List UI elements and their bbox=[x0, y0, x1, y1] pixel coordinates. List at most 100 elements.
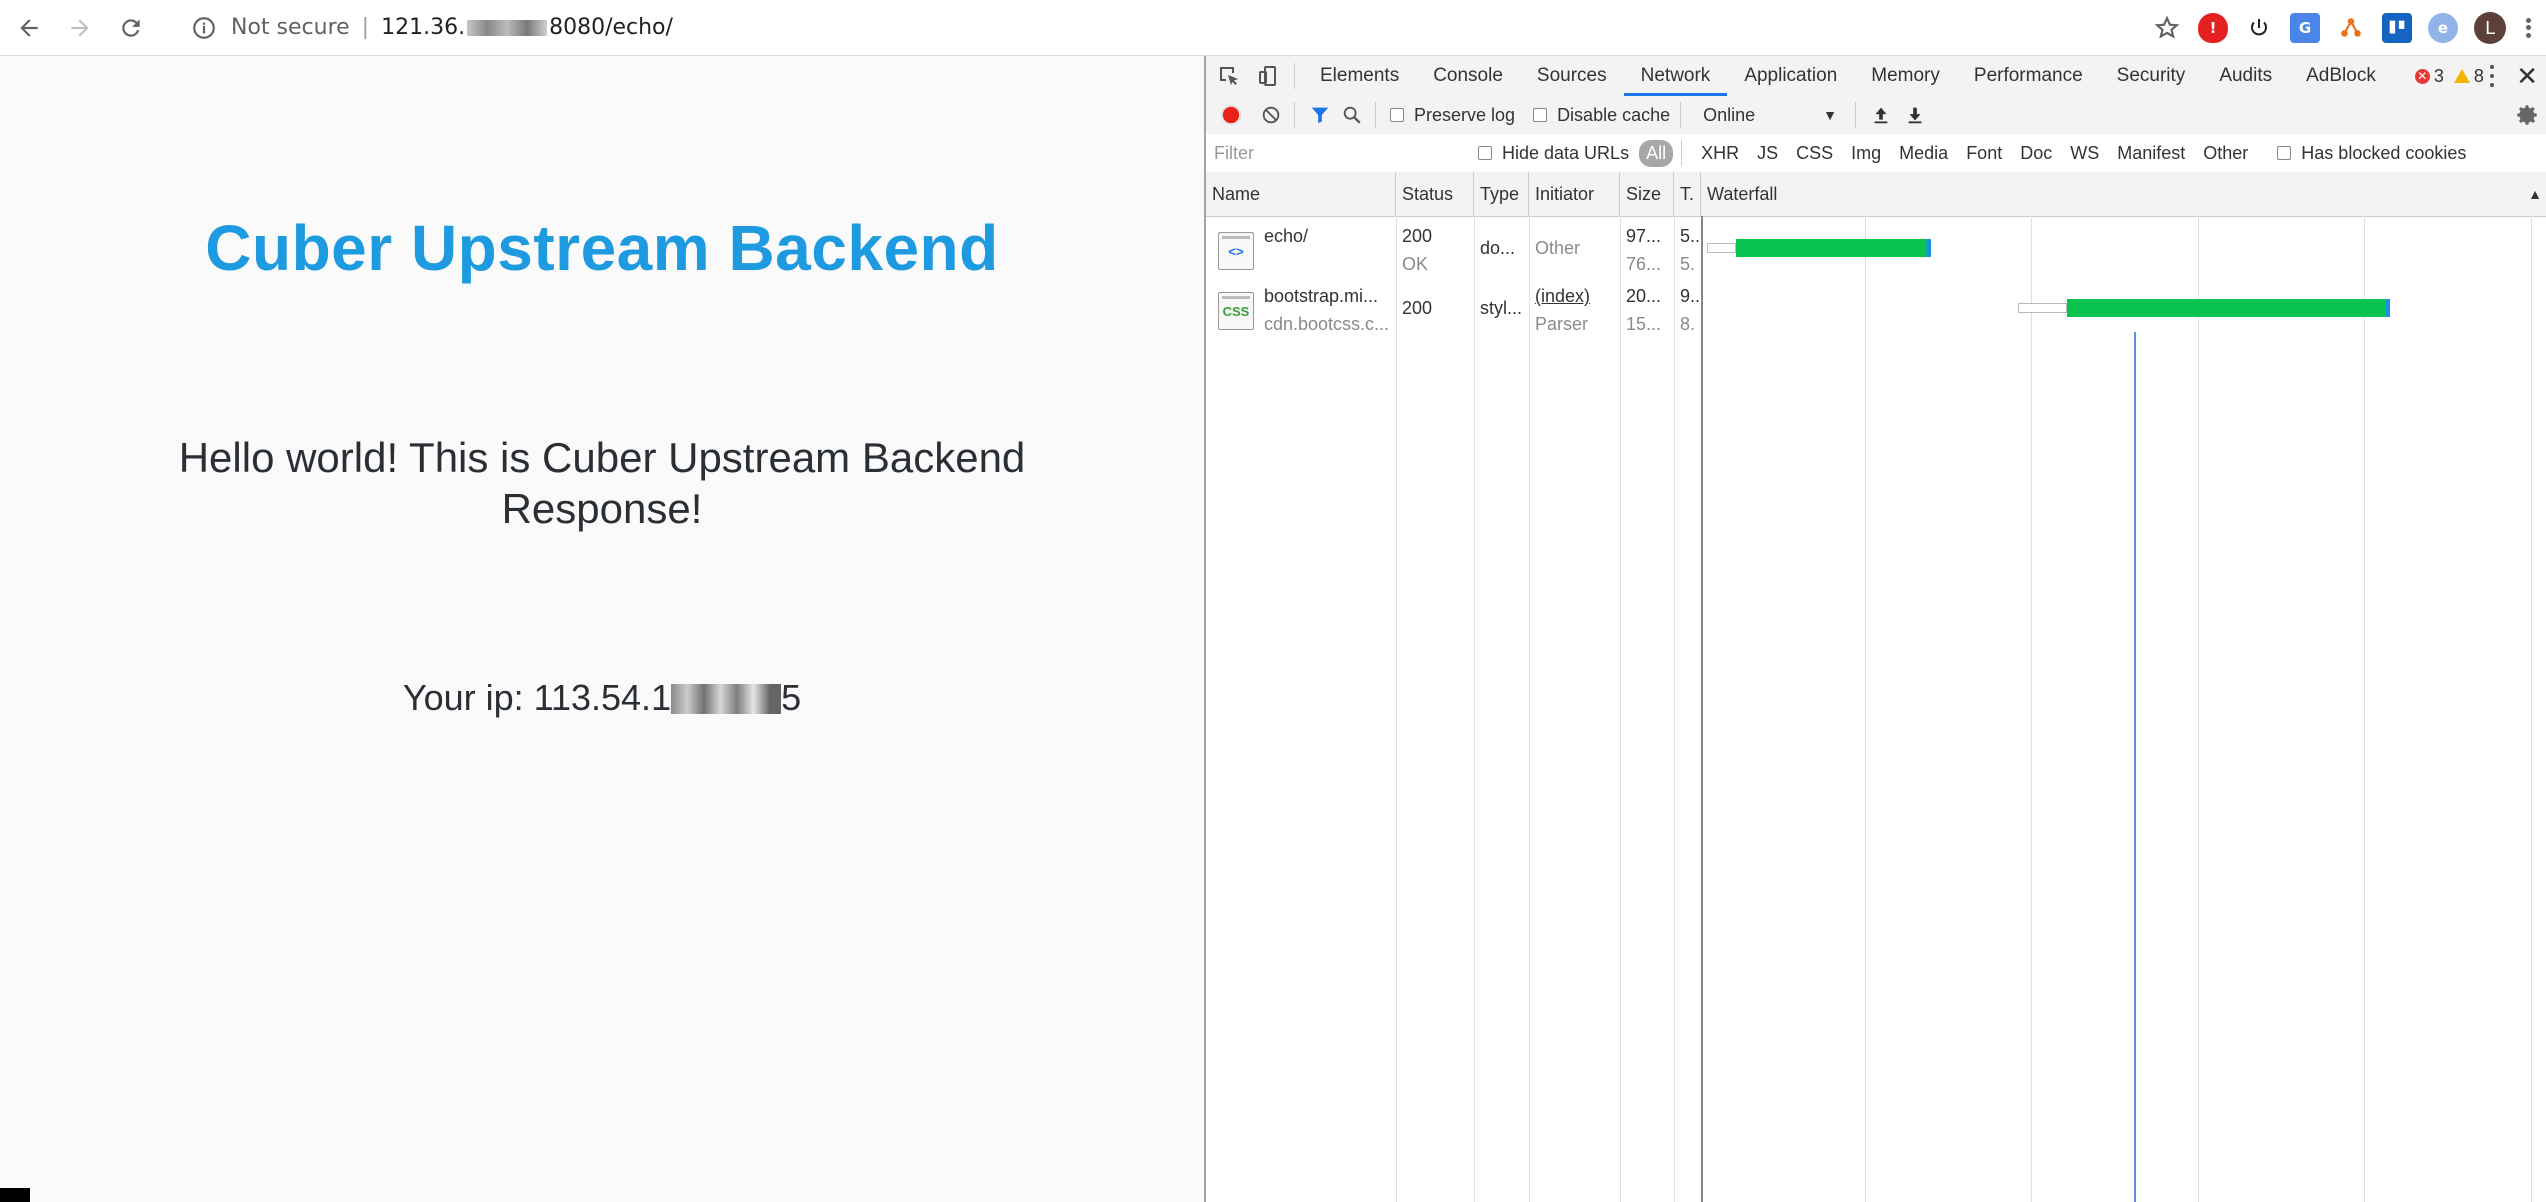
checkbox-box[interactable] bbox=[1533, 108, 1548, 122]
device-toolbar-icon[interactable] bbox=[1252, 59, 1286, 93]
column-header-name[interactable]: Name bbox=[1206, 172, 1396, 216]
request-domain: cdn.bootcss.c... bbox=[1264, 314, 1390, 334]
column-header-size[interactable]: Size bbox=[1620, 172, 1674, 216]
latency: 5. bbox=[1680, 254, 1696, 274]
resource-type-filters: All XHR JS CSS Img Media Font Doc WS Manifest Othe… bbox=[1635, 139, 2255, 167]
filter-type-media[interactable]: Media bbox=[1892, 140, 1955, 167]
checkbox-box[interactable] bbox=[2277, 146, 2292, 160]
type-cell: do... bbox=[1474, 220, 1529, 280]
filter-type-css[interactable]: CSS bbox=[1789, 140, 1840, 167]
address-separator: | bbox=[361, 15, 370, 40]
filter-type-all[interactable]: All bbox=[1639, 139, 1674, 167]
trello-extension-icon[interactable] bbox=[2382, 13, 2412, 43]
status-cell: 200 OK bbox=[1396, 220, 1474, 280]
waterfall-download-bar bbox=[2067, 299, 2391, 317]
translate-extension-icon[interactable]: G bbox=[2290, 13, 2320, 43]
tab-network[interactable]: Network bbox=[1623, 56, 1728, 96]
network-extension-icon[interactable] bbox=[2336, 13, 2366, 43]
filter-type-other[interactable]: Other bbox=[2196, 140, 2255, 167]
filter-type-ws[interactable]: WS bbox=[2063, 140, 2106, 167]
toolbar-separator bbox=[1855, 102, 1857, 128]
page-title: Cuber Upstream Backend bbox=[205, 212, 999, 284]
filter-type-doc[interactable]: Doc bbox=[2013, 140, 2059, 167]
tab-sources[interactable]: Sources bbox=[1520, 56, 1624, 96]
avatar[interactable]: L bbox=[2474, 12, 2506, 44]
name-cell[interactable]: CSS bootstrap.mi... cdn.bootcss.c... bbox=[1206, 280, 1396, 340]
filter-type-img[interactable]: Img bbox=[1844, 140, 1888, 167]
tab-console[interactable]: Console bbox=[1416, 56, 1520, 96]
status-code: 200 bbox=[1402, 298, 1433, 318]
preserve-log-checkbox[interactable]: Preserve log bbox=[1390, 105, 1515, 126]
reload-button[interactable] bbox=[109, 6, 153, 50]
shield-extension-icon[interactable]: ! bbox=[2198, 13, 2228, 43]
column-header-type[interactable]: Type bbox=[1474, 172, 1529, 216]
checkbox-box[interactable] bbox=[1390, 108, 1404, 122]
checkbox-box[interactable] bbox=[1478, 146, 1492, 160]
column-divider bbox=[1474, 216, 1475, 1202]
tab-memory[interactable]: Memory bbox=[1854, 56, 1957, 96]
search-icon[interactable] bbox=[1337, 100, 1367, 130]
power-extension-icon[interactable] bbox=[2244, 13, 2274, 43]
tab-application[interactable]: Application bbox=[1727, 56, 1854, 96]
initiator-link[interactable]: (index) bbox=[1535, 286, 1590, 307]
transfer-size: 20... bbox=[1626, 286, 1662, 306]
security-label: Not secure bbox=[231, 15, 350, 40]
logo-extension-icon[interactable]: e bbox=[2428, 13, 2458, 43]
export-har-icon[interactable] bbox=[1900, 100, 1930, 130]
tab-audits[interactable]: Audits bbox=[2202, 56, 2289, 96]
table-row[interactable]: CSS bootstrap.mi... cdn.bootcss.c... 200… bbox=[1206, 280, 2546, 340]
issue-counts[interactable]: ✕ 3 8 bbox=[2414, 66, 2484, 87]
disable-cache-checkbox[interactable]: Disable cache bbox=[1533, 105, 1670, 126]
warning-icon bbox=[2453, 69, 2470, 83]
network-toolbar: Preserve log Disable cache Online ▼ bbox=[1206, 96, 2546, 135]
time-cell: 9... 8. bbox=[1674, 280, 1701, 340]
forward-button[interactable] bbox=[58, 6, 102, 50]
table-row[interactable]: <> echo/ 200 OK do... Other 97... 76... … bbox=[1206, 220, 2546, 280]
name-cell[interactable]: <> echo/ bbox=[1206, 220, 1396, 280]
toolbar-separator bbox=[1680, 102, 1682, 128]
error-icon: ✕ bbox=[2414, 68, 2430, 84]
reload-icon bbox=[122, 18, 140, 37]
initiator-type: Parser bbox=[1535, 314, 1589, 334]
preserve-log-label: Preserve log bbox=[1414, 104, 1516, 125]
column-header-time[interactable]: T. bbox=[1674, 172, 1701, 216]
devtools-menu-icon[interactable] bbox=[2482, 63, 2502, 89]
tab-elements[interactable]: Elements bbox=[1303, 56, 1416, 96]
chevron-down-icon: ▼ bbox=[1823, 107, 1838, 123]
tab-adblock[interactable]: AdBlock bbox=[2289, 56, 2393, 96]
request-name: echo/ bbox=[1264, 226, 1309, 246]
bookmark-star-icon[interactable] bbox=[2152, 13, 2182, 43]
blocked-cookies-checkbox[interactable]: Has blocked cookies bbox=[2277, 143, 2466, 164]
back-button[interactable] bbox=[7, 6, 51, 50]
redacted-url-segment bbox=[467, 19, 548, 36]
resource-type: do... bbox=[1480, 238, 1516, 258]
waterfall-cell bbox=[1703, 220, 2531, 280]
filter-type-js[interactable]: JS bbox=[1750, 140, 1785, 167]
filter-type-font[interactable]: Font bbox=[1959, 140, 2009, 167]
time-cell: 5... 5. bbox=[1674, 220, 1701, 280]
resource-size: 15... bbox=[1626, 314, 1662, 334]
record-icon[interactable] bbox=[1216, 100, 1246, 130]
filter-icon[interactable] bbox=[1305, 100, 1335, 130]
inspect-element-icon[interactable] bbox=[1212, 59, 1246, 93]
column-header-status[interactable]: Status bbox=[1396, 172, 1474, 216]
browser-menu-icon[interactable] bbox=[2518, 13, 2538, 43]
tab-list: Elements Console Sources Network Application… bbox=[1303, 56, 2393, 96]
hide-data-urls-checkbox[interactable]: Hide data URLs bbox=[1478, 143, 1629, 164]
filter-input[interactable] bbox=[1212, 137, 1456, 169]
column-header-waterfall[interactable]: Waterfall ▲ bbox=[1701, 172, 2546, 216]
import-har-icon[interactable] bbox=[1866, 100, 1896, 130]
filter-type-manifest[interactable]: Manifest bbox=[2110, 140, 2192, 167]
address-bar[interactable]: Not secure | 121.36. 8080/echo/ bbox=[191, 15, 673, 41]
network-filter-bar: Hide data URLs All XHRJSCSSImgMediaFontDo… bbox=[1206, 134, 2546, 173]
info-icon[interactable] bbox=[191, 15, 217, 41]
clear-icon[interactable] bbox=[1256, 100, 1286, 130]
close-icon[interactable]: ✕ bbox=[2516, 61, 2538, 92]
network-request-table: Name Status Type Initiator Size T. Water… bbox=[1206, 172, 2546, 1202]
tab-security[interactable]: Security bbox=[2100, 56, 2203, 96]
tab-performance[interactable]: Performance bbox=[1957, 56, 2100, 96]
throttling-select[interactable]: Online ▼ bbox=[1703, 105, 1837, 126]
settings-gear-icon[interactable] bbox=[2514, 102, 2540, 128]
column-header-initiator[interactable]: Initiator bbox=[1529, 172, 1620, 216]
filter-type-xhr[interactable]: XHR bbox=[1694, 140, 1746, 167]
